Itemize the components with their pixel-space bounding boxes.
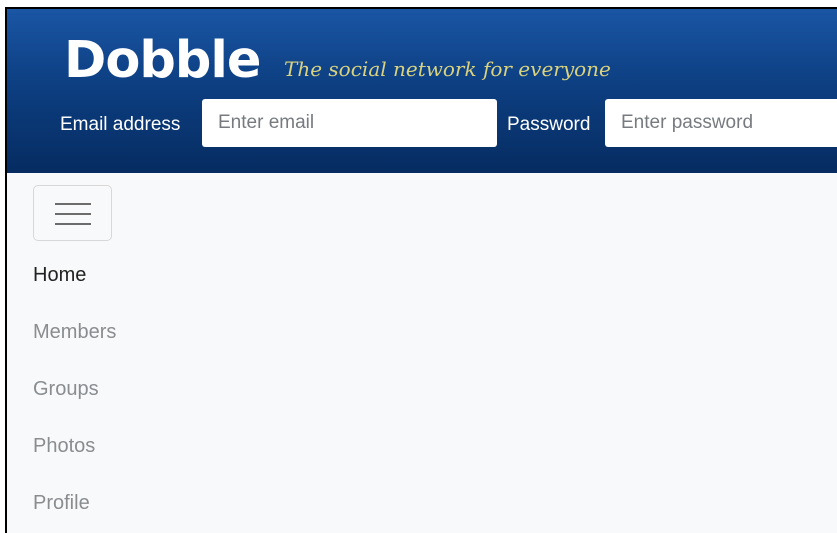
nav-item-profile[interactable]: Profile [33, 491, 90, 515]
email-field[interactable] [202, 99, 497, 147]
nav-item-home[interactable]: Home [33, 263, 86, 287]
email-label: Email address [60, 114, 181, 135]
brand-tagline: The social network for everyone [284, 57, 611, 81]
site-header: Dobble The social network for everyone E… [7, 9, 837, 173]
nav-item-photos[interactable]: Photos [33, 434, 95, 458]
password-label: Password [507, 114, 591, 135]
navbar-toggle-button[interactable] [33, 185, 112, 241]
page-frame: Dobble The social network for everyone E… [5, 7, 837, 533]
nav-item-groups[interactable]: Groups [33, 377, 99, 401]
brand-logo[interactable]: Dobble [64, 31, 261, 91]
nav-item-members[interactable]: Members [33, 320, 116, 344]
password-field[interactable] [605, 99, 837, 147]
